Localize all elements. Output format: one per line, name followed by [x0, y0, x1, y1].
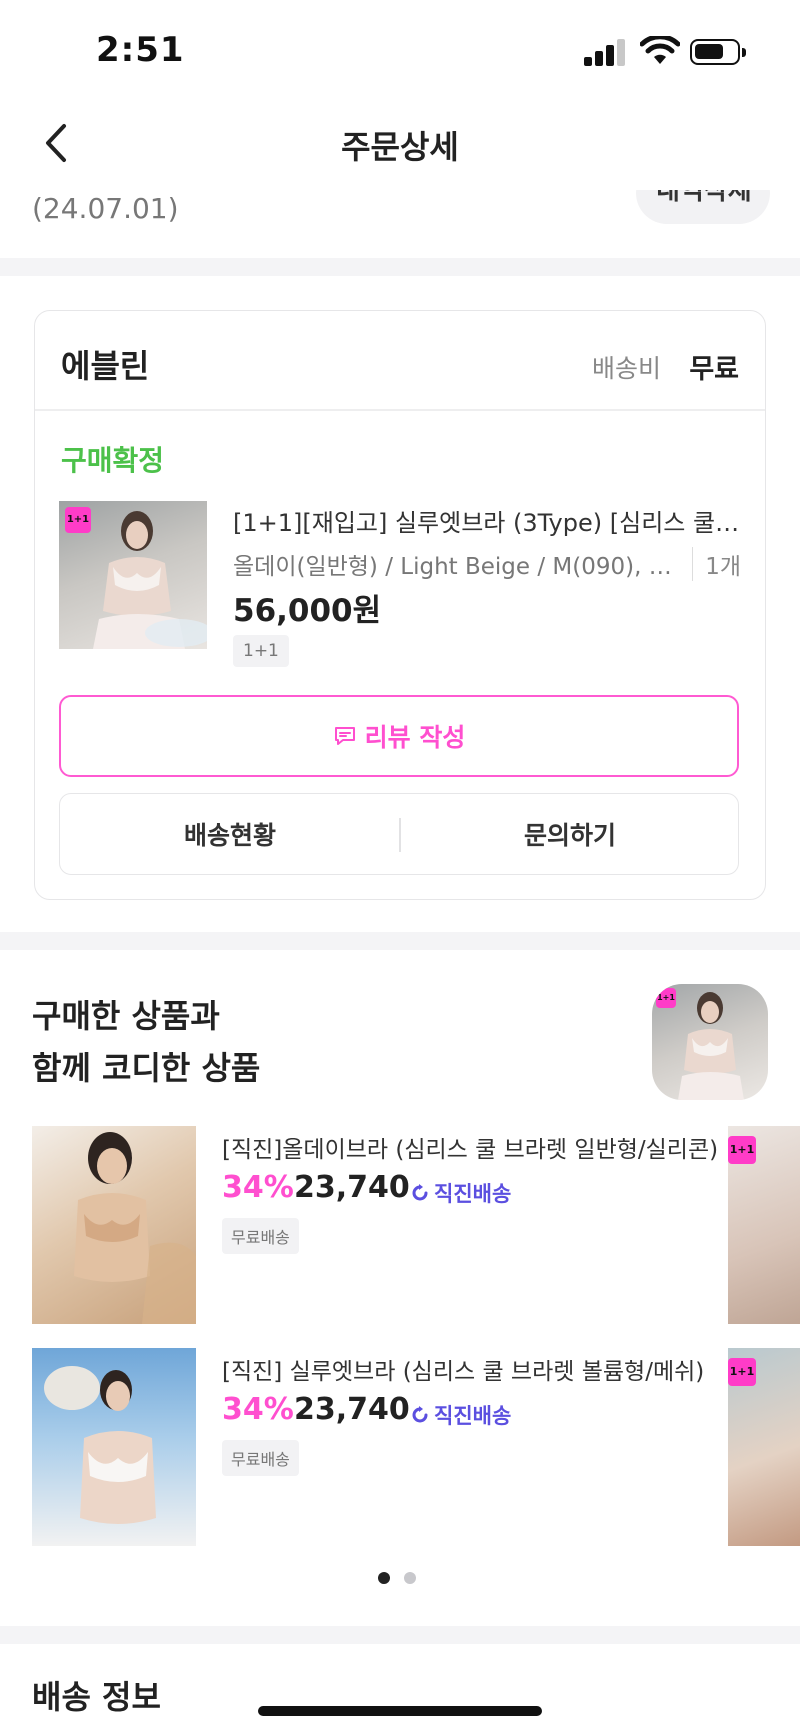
section-divider	[0, 932, 800, 950]
card-divider	[35, 409, 765, 411]
direct-delivery-icon	[412, 1184, 428, 1201]
product-tag: 1+1	[233, 635, 289, 667]
write-review-label: 리뷰 작성	[364, 723, 466, 752]
direct-delivery-badge: 직진배송	[410, 1178, 511, 1208]
home-indicator[interactable]	[258, 1706, 542, 1716]
battery-icon	[690, 39, 746, 65]
recommend-title-line1: 구매한 상품과	[32, 997, 220, 1035]
model-photo	[44, 1366, 156, 1524]
one-plus-one-badge: 1+1	[65, 507, 91, 533]
seller-name[interactable]: 에블린	[61, 341, 149, 387]
one-plus-one-badge: 1+1	[728, 1136, 756, 1164]
pagination-dot-2[interactable]	[404, 1572, 416, 1584]
write-review-button[interactable]: 리뷰 작성	[59, 695, 739, 777]
shipping-fee-label: 배송비	[591, 354, 661, 383]
product-quantity: 1개	[692, 547, 741, 581]
free-shipping-tag: 무료배송	[222, 1440, 299, 1476]
direct-delivery-label: 직진배송	[434, 1404, 512, 1428]
one-plus-one-badge: 1+1	[656, 988, 676, 1008]
order-date: (24.07.01)	[32, 192, 179, 225]
recommend-item-name[interactable]: [직진] 실루엣브라 (심리스 쿨 브라렛 볼륨형/메쉬)	[222, 1352, 722, 1386]
product-name[interactable]: [1+1][재입고] 실루엣브라 (3Type) [심리스 쿨브라렛]	[233, 503, 745, 538]
clock: 2:51	[96, 30, 185, 70]
sale-price: 23,740	[294, 1170, 410, 1205]
recommend-item-image[interactable]	[32, 1348, 196, 1546]
model-photo	[74, 1132, 196, 1324]
recommend-item-peek[interactable]: 1+1	[728, 1348, 800, 1546]
product-price: 56,000원	[233, 593, 382, 629]
page-title: 주문상세	[341, 128, 459, 166]
order-actions: 배송현황 문의하기	[59, 793, 739, 875]
wifi-icon	[640, 36, 680, 64]
free-shipping-tag: 무료배송	[222, 1218, 299, 1254]
product-option: 올데이(일반형) / Light Beige / M(090), 올데이(일반형…	[233, 554, 683, 580]
pagination-dot-1[interactable]	[378, 1572, 390, 1584]
status-bar: 2:51	[0, 0, 800, 100]
shipping-status-button[interactable]: 배송현황	[60, 794, 400, 874]
section-divider	[0, 258, 800, 276]
shipping-info-title: 배송 정보	[32, 1678, 161, 1716]
one-plus-one-badge: 1+1	[728, 1358, 756, 1386]
order-card: 에블린 배송비 무료 구매확정 1+1 [1+1][재입고] 실루엣브라 (3T…	[34, 310, 766, 900]
discount-rate: 34%	[222, 1392, 294, 1427]
sale-price: 23,740	[294, 1392, 410, 1427]
direct-delivery-badge: 직진배송	[410, 1400, 511, 1430]
shipping-status-label: 배송현황	[183, 821, 276, 850]
recommend-item-image[interactable]	[32, 1126, 196, 1324]
inquiry-label: 문의하기	[523, 821, 616, 850]
section-divider	[0, 1626, 800, 1644]
discount-rate: 34%	[222, 1170, 294, 1205]
recommend-item[interactable]: [직진] 실루엣브라 (심리스 쿨 브라렛 볼륨형/메쉬) 34% 23,740…	[32, 1348, 732, 1546]
product-thumbnail[interactable]: 1+1	[59, 501, 207, 649]
recommend-title-line2: 함께 코디한 상품	[32, 1049, 261, 1087]
cellular-signal-icon	[584, 38, 626, 66]
purchased-product-thumbnail[interactable]: 1+1	[652, 984, 768, 1100]
header: 주문상세	[0, 100, 800, 190]
recommend-item-name[interactable]: [직진]올데이브라 (심리스 쿨 브라렛 일반형/실리콘)	[222, 1130, 722, 1164]
recommend-title: 구매한 상품과 함께 코디한 상품	[32, 990, 260, 1094]
inquiry-button[interactable]: 문의하기	[400, 794, 740, 874]
recommend-item[interactable]: [직진]올데이브라 (심리스 쿨 브라렛 일반형/실리콘) 34% 23,740…	[32, 1126, 732, 1324]
direct-delivery-label: 직진배송	[434, 1182, 512, 1206]
carousel-pagination	[378, 1572, 416, 1584]
order-status: 구매확정	[61, 444, 165, 477]
recommend-item-peek[interactable]: 1+1	[728, 1126, 800, 1324]
shipping-fee-value: 무료	[689, 354, 739, 385]
review-chat-icon	[334, 727, 355, 745]
direct-delivery-icon	[412, 1406, 428, 1423]
